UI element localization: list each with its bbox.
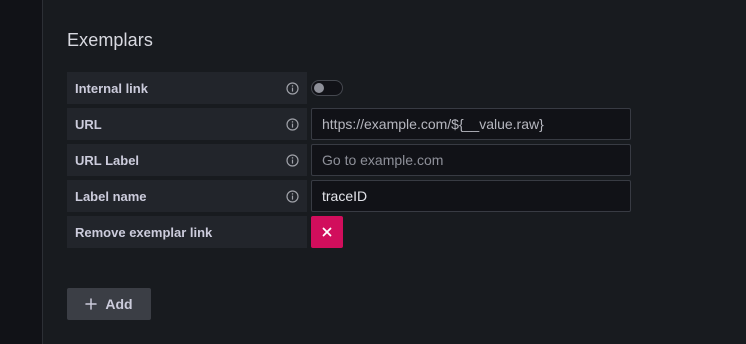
url-input[interactable] (311, 108, 631, 140)
internal-link-toggle[interactable] (311, 80, 343, 96)
url-label-input[interactable] (311, 144, 631, 176)
exemplars-panel: Exemplars Internal link URL URL La (43, 0, 746, 344)
plus-icon (85, 298, 98, 310)
internal-link-label: Internal link (75, 80, 148, 96)
label-name-input[interactable] (311, 180, 631, 212)
info-icon[interactable] (286, 81, 299, 95)
url-label-label-cell: URL Label (67, 144, 307, 176)
url-field (311, 108, 631, 140)
remove-label-cell: Remove exemplar link (67, 216, 307, 248)
label-name-field (311, 180, 631, 212)
url-label: URL (75, 116, 102, 132)
url-label-field (311, 144, 631, 176)
add-button-label: Add (105, 296, 133, 312)
url-label-cell: URL (67, 108, 307, 140)
toggle-knob (314, 83, 324, 93)
close-icon (322, 227, 332, 237)
label-name-label-cell: Label name (67, 180, 307, 212)
internal-link-field (311, 72, 343, 104)
info-icon[interactable] (286, 153, 299, 167)
remove-field (311, 216, 343, 248)
left-gutter (0, 0, 43, 344)
remove-row: Remove exemplar link (67, 216, 343, 248)
internal-link-label-cell: Internal link (67, 72, 307, 104)
url-label-label: URL Label (75, 152, 140, 168)
add-button[interactable]: Add (67, 288, 151, 320)
info-icon[interactable] (286, 189, 299, 203)
url-label-row: URL Label (67, 144, 631, 176)
remove-exemplar-button[interactable] (311, 216, 343, 248)
url-row: URL (67, 108, 631, 140)
label-name-label: Label name (75, 188, 147, 204)
info-icon[interactable] (286, 117, 299, 131)
remove-label: Remove exemplar link (75, 224, 213, 240)
internal-link-row: Internal link (67, 72, 343, 104)
section-title: Exemplars (67, 30, 153, 50)
label-name-row: Label name (67, 180, 631, 212)
